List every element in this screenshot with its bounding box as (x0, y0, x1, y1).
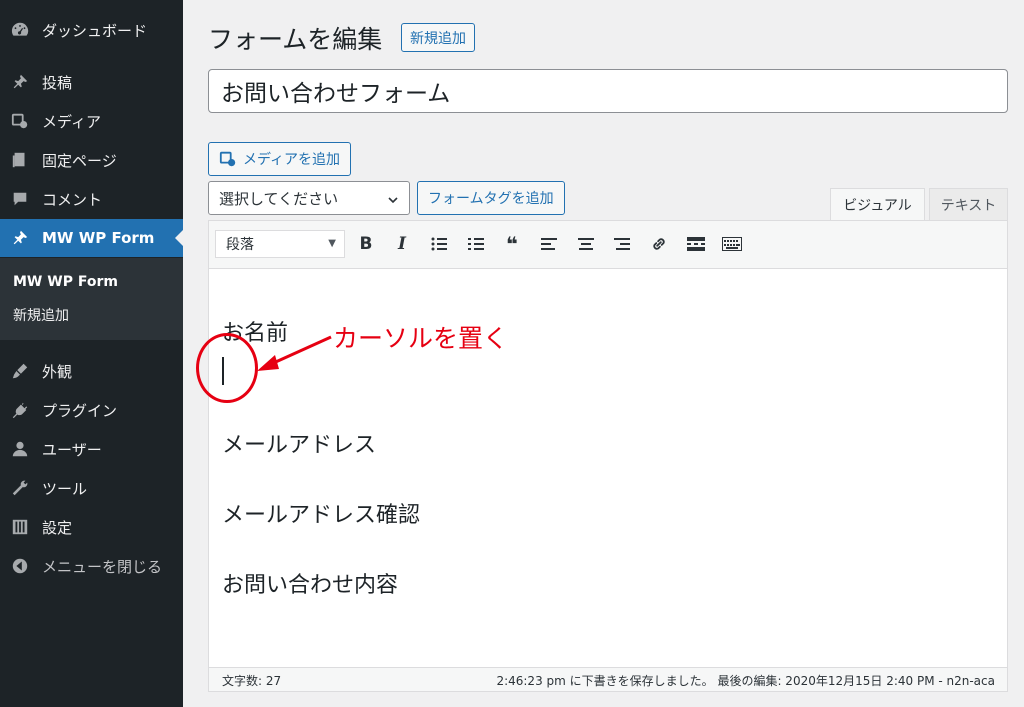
user-icon (10, 439, 30, 459)
tab-text[interactable]: テキスト (929, 188, 1008, 220)
sidebar-item-dashboard[interactable]: ダッシュボード (0, 11, 183, 49)
sidebar-collapse-menu[interactable]: メニューを閉じる (0, 547, 183, 585)
pin-icon (10, 72, 30, 92)
bold-icon[interactable]: B (355, 233, 377, 255)
editor-statusbar: 文字数: 27 2:46:23 pm に下書きを保存しました。 最後の編集: 2… (209, 667, 1007, 691)
content-line-email: メールアドレス (222, 433, 377, 458)
sidebar-item-label: 設定 (42, 518, 73, 537)
annotation-arrow-icon (257, 335, 332, 371)
add-form-tag-button[interactable]: フォームタグを追加 (417, 181, 565, 215)
toolbar-toggle-icon[interactable] (721, 233, 743, 255)
format-value: 段落 (226, 237, 254, 253)
sidebar-item-label: ダッシュボード (42, 21, 148, 40)
annotation-label: カーソルを置く (333, 324, 509, 353)
page-title: フォームを編集 (208, 25, 383, 54)
sidebar-item-pages[interactable]: 固定ページ (0, 141, 183, 179)
plugin-icon (10, 400, 30, 420)
sidebar-item-label: メニューを閉じる (42, 557, 163, 576)
content-line-email-confirm: メールアドレス確認 (222, 503, 421, 528)
add-media-label: メディアを追加 (243, 152, 341, 168)
media-icon (219, 150, 237, 168)
chevron-down-icon (387, 192, 399, 210)
annotation-circle (196, 333, 258, 403)
content-line-inquiry: お問い合わせ内容 (222, 573, 399, 598)
sidebar-item-plugins[interactable]: プラグイン (0, 391, 183, 429)
sidebar-item-media[interactable]: メディア (0, 102, 183, 140)
admin-sidebar: ダッシュボード 投稿 メディア 固定ページ コメント MW WP Form MW… (0, 0, 183, 707)
align-left-icon[interactable] (538, 233, 560, 255)
settings-icon (10, 517, 30, 537)
sidebar-item-comments[interactable]: コメント (0, 180, 183, 218)
select-value: 選択してください (219, 189, 339, 208)
link-icon[interactable] (648, 233, 670, 255)
sidebar-item-label: 外観 (42, 362, 73, 381)
sidebar-item-label: ツール (42, 479, 88, 498)
dashboard-icon (10, 20, 30, 40)
blockquote-icon[interactable]: ❝ (501, 232, 523, 256)
collapse-icon (10, 556, 30, 576)
format-select[interactable]: 段落 ▼ (215, 230, 345, 258)
brush-icon (10, 361, 30, 381)
triangle-down-icon: ▼ (328, 238, 336, 249)
word-count: 文字数: 27 (222, 674, 282, 688)
bullet-list-icon[interactable] (428, 233, 450, 255)
form-select-dropdown[interactable]: 選択してください (208, 181, 410, 215)
sidebar-item-appearance[interactable]: 外観 (0, 352, 183, 390)
editor-box: 段落 ▼ B I ❝ お名前 カーソルを置く メールアドレス メールアドレス確認… (196, 220, 1008, 692)
sidebar-item-label: メディア (42, 112, 101, 131)
sidebar-item-label: MW WP Form (42, 229, 155, 247)
tab-visual[interactable]: ビジュアル (830, 188, 925, 220)
sidebar-item-mw-wp-form[interactable]: MW WP Form (0, 219, 183, 257)
sidebar-item-tools[interactable]: ツール (0, 469, 183, 507)
add-media-button[interactable]: メディアを追加 (208, 142, 352, 176)
italic-icon[interactable]: I (391, 233, 413, 255)
pin-icon (10, 228, 30, 248)
align-center-icon[interactable] (575, 233, 597, 255)
read-more-icon[interactable] (685, 233, 707, 255)
editor-content[interactable]: お名前 カーソルを置く メールアドレス メールアドレス確認 お問い合わせ内容 (196, 269, 1007, 667)
sidebar-item-settings[interactable]: 設定 (0, 508, 183, 546)
submenu-item-mw-wp-form[interactable]: MW WP Form (13, 274, 118, 290)
form-title-input[interactable]: お問い合わせフォーム (208, 69, 1008, 113)
sidebar-item-users[interactable]: ユーザー (0, 430, 183, 468)
comment-icon (10, 189, 30, 209)
sidebar-submenu: MW WP Form 新規追加 (0, 258, 183, 340)
sidebar-item-label: コメント (42, 190, 103, 209)
wrench-icon (10, 478, 30, 498)
align-right-icon[interactable] (611, 233, 633, 255)
add-new-button[interactable]: 新規追加 (401, 23, 475, 52)
submenu-item-add-new[interactable]: 新規追加 (13, 305, 69, 325)
page-icon (10, 150, 30, 170)
sidebar-item-label: 固定ページ (42, 151, 117, 170)
sidebar-item-label: 投稿 (42, 73, 73, 92)
sidebar-item-label: プラグイン (42, 401, 118, 420)
numbered-list-icon[interactable] (465, 233, 487, 255)
editor-toolbar: 段落 ▼ B I ❝ (209, 221, 1007, 269)
sidebar-item-posts[interactable]: 投稿 (0, 63, 183, 101)
autosave-status: 2:46:23 pm に下書きを保存しました。 最後の編集: 2020年12月1… (496, 674, 995, 688)
media-icon (10, 111, 30, 131)
sidebar-item-label: ユーザー (42, 440, 102, 459)
